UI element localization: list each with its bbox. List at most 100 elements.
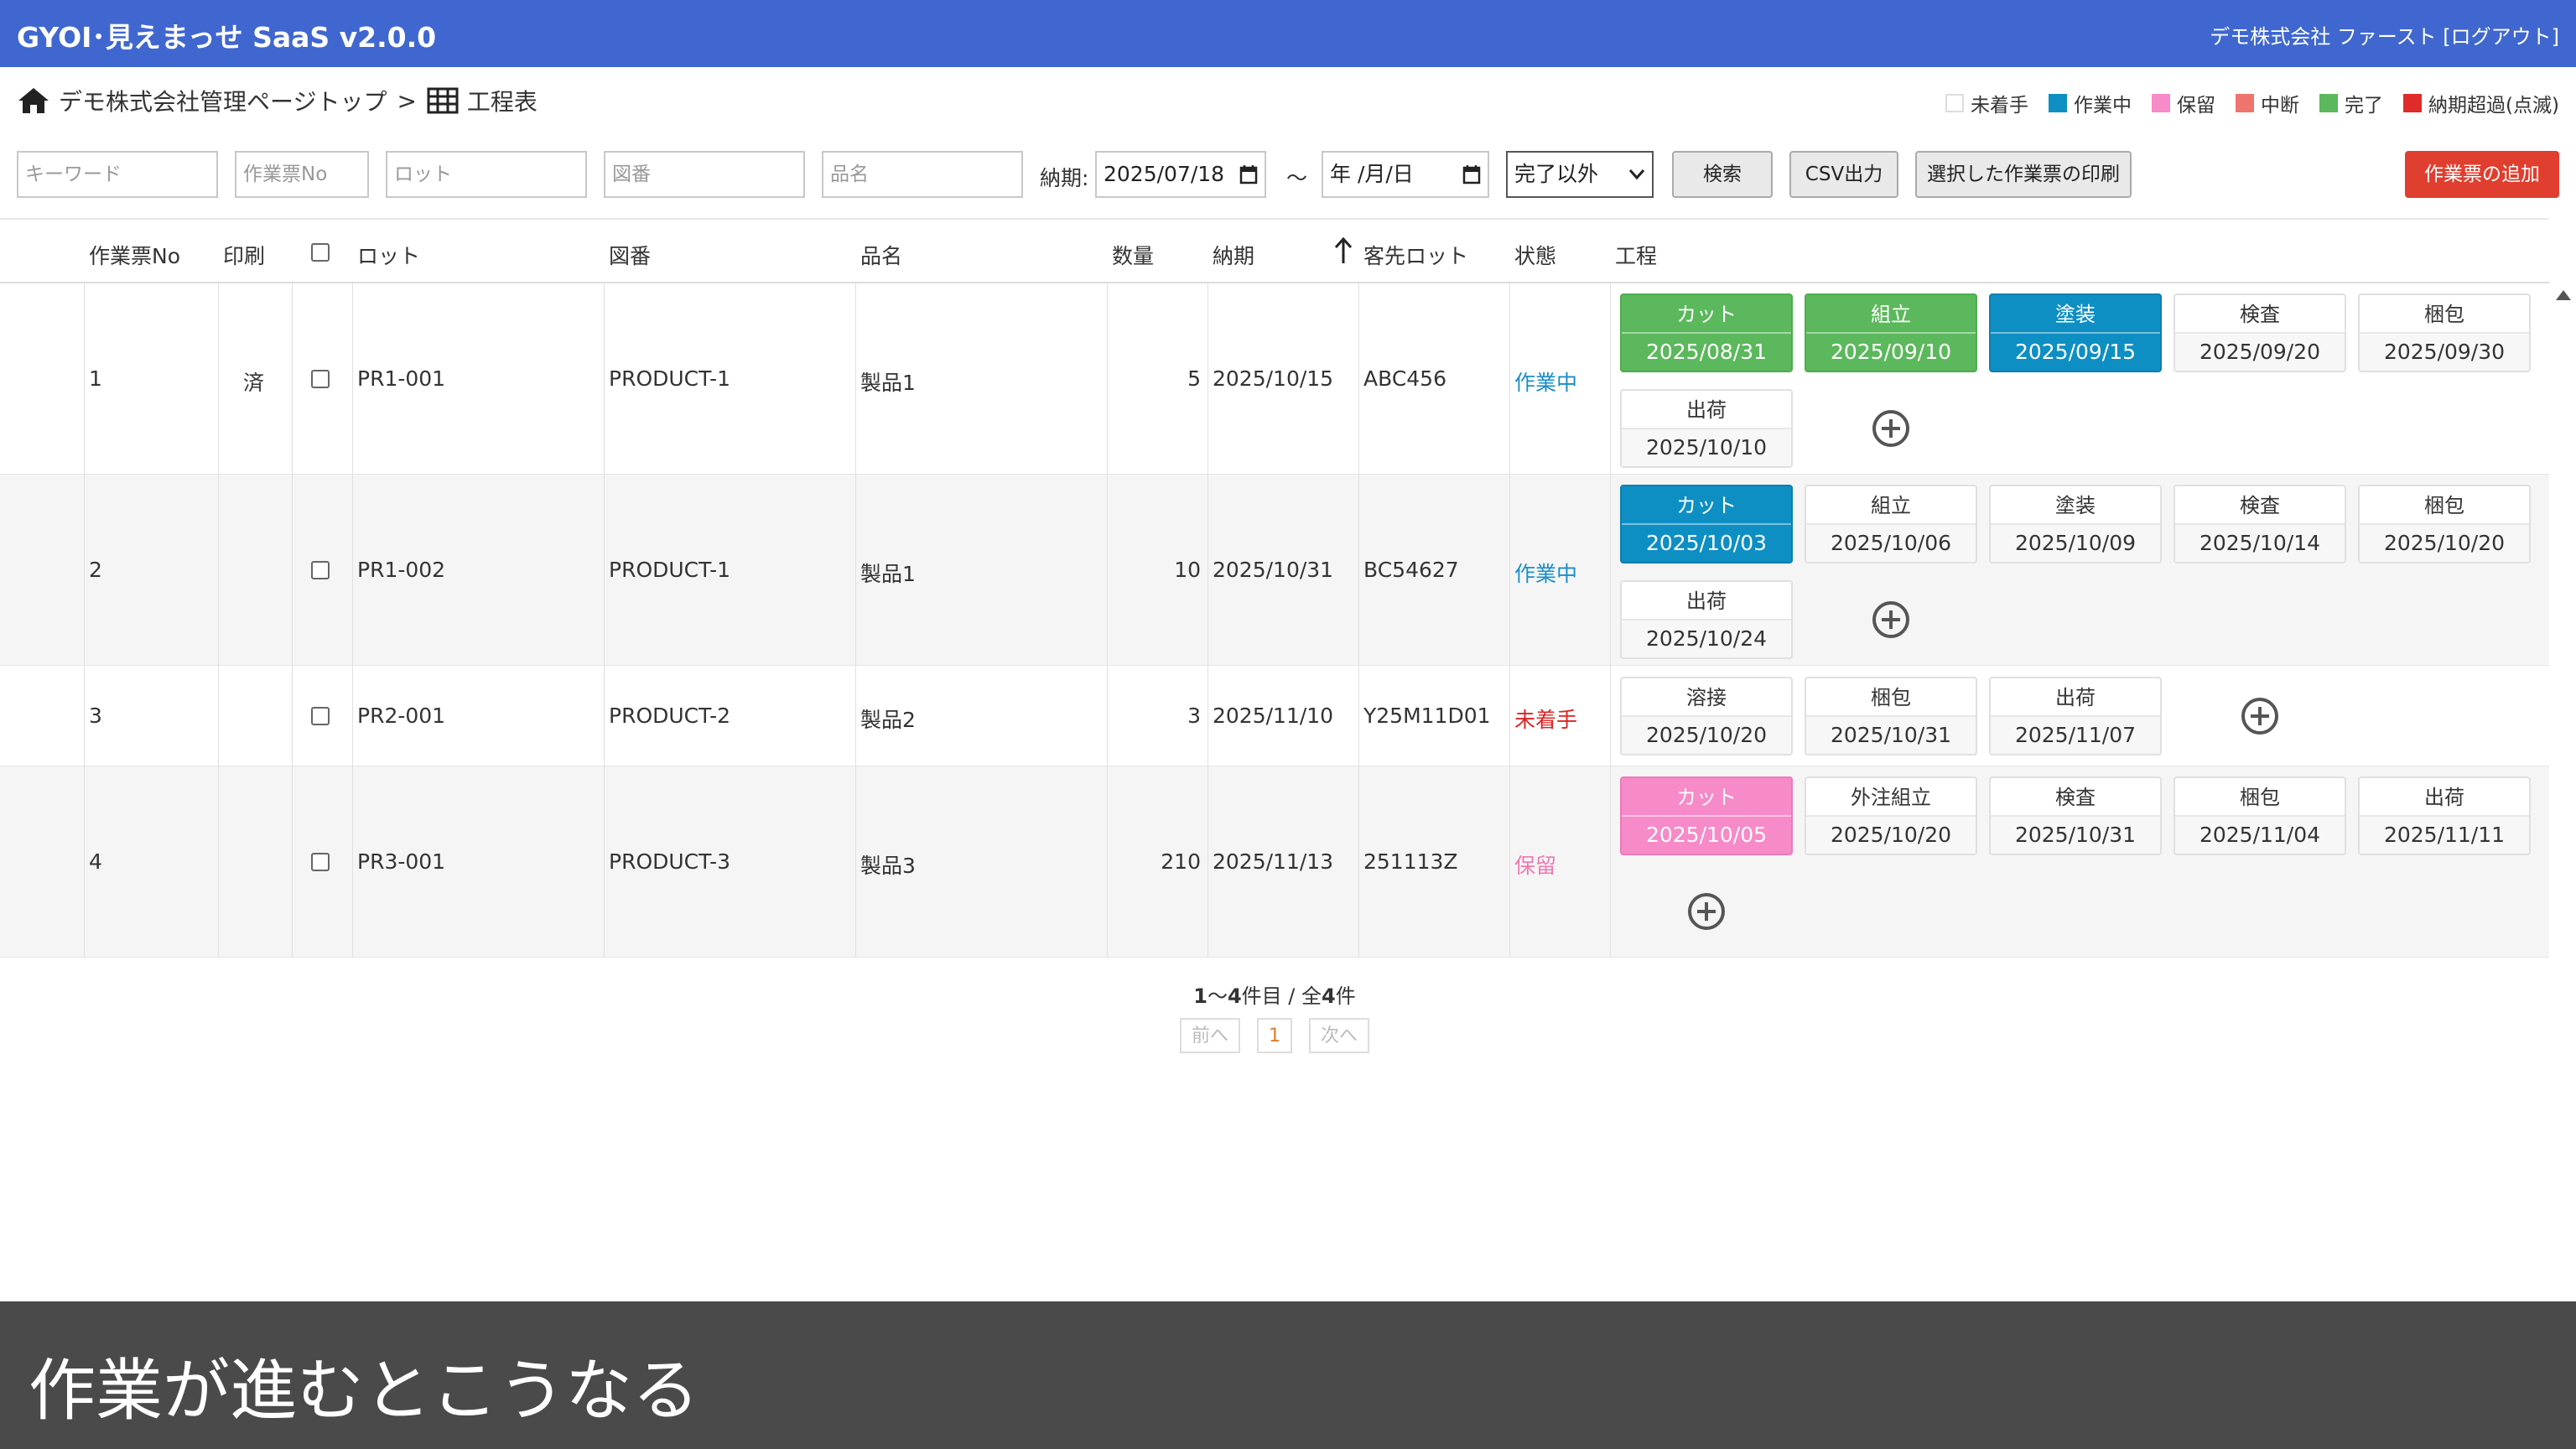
- process-name: 梱包: [1806, 678, 1976, 717]
- summary-unit-item: 件目 / 全: [1241, 984, 1322, 1008]
- column-divider: [604, 766, 605, 958]
- process-tile[interactable]: 梱包 2025/09/30: [2358, 293, 2531, 372]
- ticket-no-input[interactable]: 作業票No: [235, 151, 369, 198]
- add-process-icon[interactable]: [2240, 696, 2280, 736]
- column-divider: [352, 283, 353, 475]
- legend-item: 未着手: [1945, 89, 2028, 117]
- col-qty[interactable]: 数量: [1112, 240, 1154, 270]
- print-status: 済: [243, 371, 265, 395]
- row-select-checkbox[interactable]: [311, 707, 330, 725]
- col-lot[interactable]: ロット: [357, 240, 420, 270]
- summary-unit-total: 件: [1335, 984, 1356, 1008]
- col-client-lot[interactable]: 客先ロット: [1363, 240, 1468, 270]
- status-badge: 作業中: [1514, 562, 1578, 586]
- print-selected-button[interactable]: 選択した作業票の印刷: [1915, 151, 2132, 198]
- prev-page-button[interactable]: 前へ: [1179, 1018, 1240, 1053]
- next-page-button[interactable]: 次へ: [1309, 1018, 1370, 1053]
- lot-cell: PR2-001: [357, 704, 446, 728]
- process-tile[interactable]: 組立 2025/10/06: [1805, 485, 1977, 564]
- chevron-down-icon: [1628, 169, 1645, 180]
- select-all-checkbox[interactable]: [311, 243, 330, 262]
- process-tile[interactable]: 溶接 2025/10/20: [1620, 677, 1793, 756]
- column-divider: [352, 666, 353, 766]
- add-process-icon[interactable]: [1686, 891, 1727, 932]
- process-tile[interactable]: 検査 2025/10/14: [2174, 485, 2346, 564]
- row-select-checkbox[interactable]: [311, 853, 330, 871]
- current-page[interactable]: 1: [1257, 1018, 1292, 1053]
- process-tile[interactable]: 出荷 2025/11/07: [1989, 677, 2162, 756]
- process-tile[interactable]: 組立 2025/09/10: [1805, 293, 1977, 372]
- drawing-input[interactable]: 図番: [604, 151, 805, 198]
- column-divider: [1358, 666, 1359, 766]
- due-to-input[interactable]: 年 /月/日: [1322, 151, 1489, 198]
- process-tile[interactable]: 塗装 2025/09/15: [1989, 293, 2162, 372]
- column-divider: [1358, 283, 1359, 475]
- col-product[interactable]: 品名: [860, 240, 902, 270]
- scroll-up-arrow-icon[interactable]: [2556, 290, 2571, 300]
- breadcrumb-home-link[interactable]: デモ株式会社管理ページトップ: [59, 84, 387, 117]
- add-process-icon[interactable]: [1871, 600, 1911, 640]
- vertical-scrollbar[interactable]: [2549, 285, 2576, 1449]
- process-tile[interactable]: 出荷 2025/10/24: [1620, 580, 1793, 659]
- column-divider: [84, 666, 85, 766]
- process-tile[interactable]: 梱包 2025/11/04: [2174, 776, 2346, 855]
- product-input[interactable]: 品名: [822, 151, 1023, 198]
- status-select[interactable]: 完了以外: [1506, 151, 1654, 198]
- lot-cell: PR1-001: [357, 366, 446, 391]
- ticket-no-link[interactable]: 1: [89, 366, 102, 391]
- add-ticket-button[interactable]: 作業票の追加: [2405, 151, 2559, 198]
- legend-item: 保留: [2152, 89, 2215, 117]
- ticket-no-link[interactable]: 2: [89, 558, 102, 582]
- column-divider: [218, 666, 219, 766]
- ticket-no-link[interactable]: 4: [89, 849, 102, 874]
- process-date: 2025/10/20: [1622, 717, 1791, 754]
- sort-asc-icon[interactable]: [1333, 236, 1353, 265]
- csv-export-button[interactable]: CSV出力: [1789, 151, 1898, 198]
- ticket-no-link[interactable]: 3: [89, 704, 102, 728]
- summary-range-from: 1: [1193, 984, 1208, 1008]
- process-tile[interactable]: カット 2025/08/31: [1620, 293, 1793, 372]
- summary-range-sep: ～: [1207, 984, 1228, 1008]
- process-tile[interactable]: 梱包 2025/10/20: [2358, 485, 2531, 564]
- column-divider: [604, 283, 605, 475]
- process-tile[interactable]: 出荷 2025/10/10: [1620, 389, 1793, 468]
- legend-item: 中断: [2236, 89, 2299, 117]
- table-row[interactable]: 3 PR2-001 PRODUCT-2 製品2 3 2025/11/10 Y25M11D01…: [0, 666, 2549, 766]
- table-row[interactable]: 4 PR3-001 PRODUCT-3 製品3 210 2025/11/13 251113Z…: [0, 766, 2549, 958]
- process-tile[interactable]: 検査 2025/09/20: [2174, 293, 2346, 372]
- col-drawing[interactable]: 図番: [609, 240, 651, 270]
- legend-swatch: [2152, 94, 2171, 112]
- row-select-checkbox[interactable]: [311, 370, 330, 388]
- process-date: 2025/09/20: [2175, 334, 2345, 371]
- lot-input[interactable]: ロット: [386, 151, 587, 198]
- client-lot-cell: Y25M11D01: [1363, 704, 1491, 728]
- table-row[interactable]: 2 PR1-002 PRODUCT-1 製品1 10 2025/10/31 BC54627 作…: [0, 475, 2549, 666]
- keyword-input[interactable]: キーワード: [17, 151, 218, 198]
- process-tile[interactable]: 塗装 2025/10/09: [1989, 485, 2162, 564]
- col-due[interactable]: 納期: [1213, 240, 1254, 270]
- process-tile[interactable]: カット 2025/10/03: [1620, 485, 1793, 564]
- process-name: 溶接: [1622, 678, 1791, 717]
- due-to-value: 年 /月/日: [1330, 162, 1414, 186]
- process-date: 2025/10/31: [1991, 817, 2160, 854]
- process-name: 梱包: [2360, 486, 2529, 525]
- process-tile[interactable]: 梱包 2025/10/31: [1805, 677, 1977, 756]
- add-process-icon[interactable]: [1871, 408, 1911, 449]
- col-ticket-no[interactable]: 作業票No: [89, 240, 180, 270]
- process-tile[interactable]: 外注組立 2025/10/20: [1805, 776, 1977, 855]
- process-name: 梱包: [2360, 295, 2529, 334]
- row-select-checkbox[interactable]: [311, 561, 330, 579]
- process-name: 外注組立: [1806, 778, 1976, 817]
- column-divider: [1107, 283, 1108, 475]
- process-tile[interactable]: 出荷 2025/11/11: [2358, 776, 2531, 855]
- column-divider: [1610, 475, 1611, 666]
- process-tile[interactable]: カット 2025/10/05: [1620, 776, 1793, 855]
- col-print[interactable]: 印刷: [223, 240, 265, 270]
- account-logout-link[interactable]: デモ株式会社 ファースト [ログアウト]: [2210, 20, 2559, 49]
- table-row[interactable]: 1 済 PR1-001 PRODUCT-1 製品1 5 2025/10/15 ABC456 作業…: [0, 283, 2549, 475]
- due-from-input[interactable]: 2025/07/18: [1095, 151, 1266, 198]
- process-name: 組立: [1806, 486, 1976, 525]
- search-button[interactable]: 検索: [1672, 151, 1773, 198]
- process-tile[interactable]: 検査 2025/10/31: [1989, 776, 2162, 855]
- col-status[interactable]: 状態: [1514, 240, 1556, 270]
